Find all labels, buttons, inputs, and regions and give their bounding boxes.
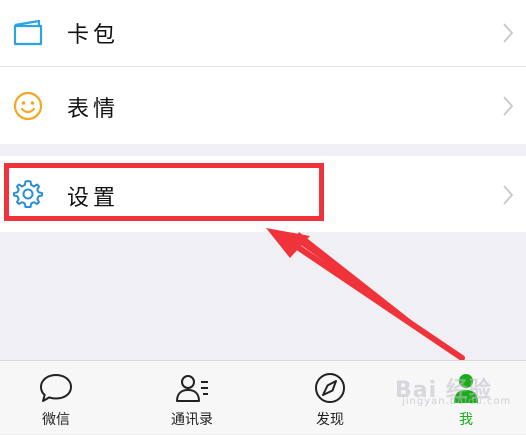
tab-chats[interactable]: 微信: [6, 361, 106, 435]
contacts-icon: [176, 375, 208, 402]
tab-discover[interactable]: 发现: [280, 361, 380, 435]
tab-contacts[interactable]: 通讯录: [142, 361, 242, 435]
compass-icon: [315, 373, 345, 403]
tab-label: 发现: [316, 412, 344, 428]
tab-label: 我: [459, 412, 473, 428]
chat-bubble-icon: [40, 374, 72, 402]
tab-label: 通讯录: [171, 412, 213, 428]
watermark-url: jingyan.baidu.com: [402, 396, 512, 407]
tab-label: 微信: [42, 412, 70, 428]
